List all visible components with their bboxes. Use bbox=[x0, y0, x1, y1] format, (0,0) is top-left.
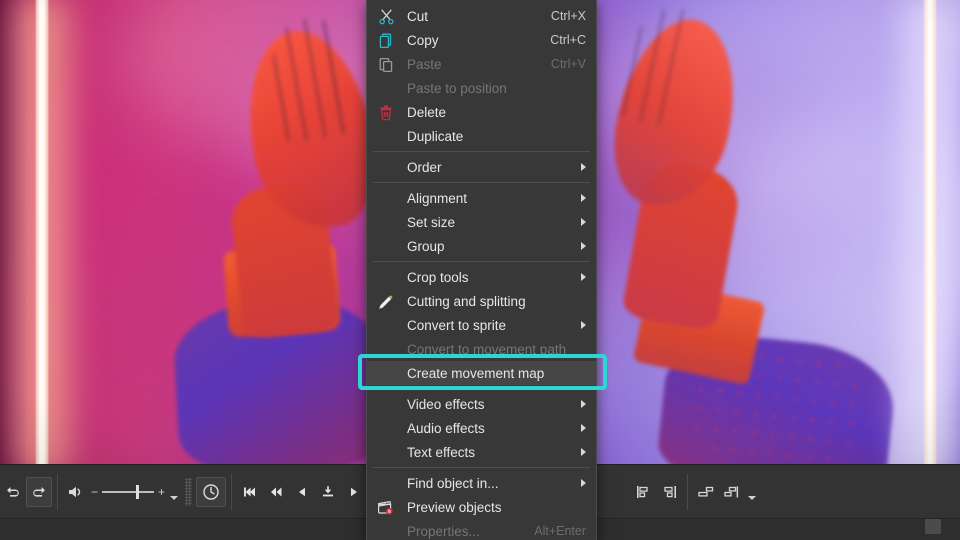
menu-item-label: Video effects bbox=[407, 396, 485, 412]
previous-frame-button[interactable] bbox=[289, 477, 315, 507]
menu-separator bbox=[373, 182, 590, 183]
menu-item-label: Paste to position bbox=[407, 80, 507, 96]
skip-to-start-button[interactable] bbox=[237, 477, 263, 507]
paste-icon bbox=[376, 54, 396, 74]
menu-item-label: Order bbox=[407, 159, 442, 175]
menu-separator bbox=[373, 467, 590, 468]
chevron-right-icon bbox=[581, 273, 586, 281]
menu-separator bbox=[373, 151, 590, 152]
menu-item-find-object-in[interactable]: Find object in... bbox=[367, 471, 596, 495]
menu-item-paste-to-position: Paste to position bbox=[367, 76, 596, 100]
menu-item-cutting-splitting[interactable]: Cutting and splitting bbox=[367, 289, 596, 313]
menu-item-cut[interactable]: Cut Ctrl+X bbox=[367, 4, 596, 28]
menu-item-shortcut: Ctrl+X bbox=[550, 9, 586, 23]
menu-item-label: Crop tools bbox=[407, 269, 469, 285]
play-button[interactable] bbox=[341, 477, 367, 507]
menu-item-duplicate[interactable]: Duplicate bbox=[367, 124, 596, 148]
marker-button[interactable] bbox=[315, 477, 341, 507]
menu-item-label: Duplicate bbox=[407, 128, 464, 144]
menu-item-paste: Paste Ctrl+V bbox=[367, 52, 596, 76]
copy-icon bbox=[376, 30, 396, 50]
menu-item-convert-to-movement-path: Convert to movement path bbox=[367, 337, 596, 361]
menu-item-alignment[interactable]: Alignment bbox=[367, 186, 596, 210]
chevron-right-icon bbox=[581, 479, 586, 487]
chevron-right-icon bbox=[581, 194, 586, 202]
chevron-right-icon bbox=[581, 321, 586, 329]
chevron-right-icon bbox=[581, 400, 586, 408]
menu-item-label: Properties... bbox=[407, 523, 480, 539]
menu-item-label: Cutting and splitting bbox=[407, 293, 526, 309]
history-group bbox=[0, 465, 63, 518]
chevron-right-icon bbox=[581, 242, 586, 250]
menu-item-label: Create movement map bbox=[407, 365, 545, 381]
rewind-button[interactable] bbox=[263, 477, 289, 507]
chevron-right-icon bbox=[581, 448, 586, 456]
menu-item-group[interactable]: Group bbox=[367, 234, 596, 258]
volume-group: − + bbox=[63, 465, 196, 518]
menu-item-label: Set size bbox=[407, 214, 456, 230]
chevron-right-icon bbox=[581, 218, 586, 226]
clapperboard-icon bbox=[376, 497, 396, 517]
menu-item-set-size[interactable]: Set size bbox=[367, 210, 596, 234]
volume-slider[interactable]: − + bbox=[89, 484, 167, 499]
object-context-menu[interactable]: Cut Ctrl+X Copy Ctrl+C Paste Ctrl+V Paste to p… bbox=[366, 0, 597, 540]
menu-item-copy[interactable]: Copy Ctrl+C bbox=[367, 28, 596, 52]
distribute-horizontal-icon[interactable] bbox=[693, 477, 719, 507]
menu-item-shortcut: Alt+Enter bbox=[534, 524, 586, 538]
menu-item-label: Audio effects bbox=[407, 420, 485, 436]
menu-item-label: Find object in... bbox=[407, 475, 499, 491]
menu-item-label: Delete bbox=[407, 104, 447, 120]
redo-button[interactable] bbox=[26, 476, 52, 507]
menu-separator bbox=[373, 388, 590, 389]
menu-item-preview-objects[interactable]: Preview objects bbox=[367, 495, 596, 519]
menu-item-crop-tools[interactable]: Crop tools bbox=[367, 265, 596, 289]
menu-item-video-effects[interactable]: Video effects bbox=[367, 392, 596, 416]
menu-item-label: Copy bbox=[407, 32, 439, 48]
menu-item-label: Cut bbox=[407, 8, 429, 24]
volume-track[interactable] bbox=[102, 484, 155, 499]
toolbar-divider bbox=[231, 473, 233, 510]
menu-item-label: Alignment bbox=[407, 190, 468, 206]
menu-item-audio-effects[interactable]: Audio effects bbox=[367, 416, 596, 440]
volume-dropdown-icon[interactable] bbox=[167, 477, 181, 507]
speaker-icon[interactable] bbox=[63, 477, 89, 507]
distribute-vertical-icon[interactable] bbox=[719, 477, 745, 507]
volume-knob[interactable] bbox=[136, 484, 140, 499]
volume-decrease[interactable]: − bbox=[91, 485, 98, 499]
scissors-icon bbox=[376, 6, 396, 26]
app-window: − + Cut Ctrl+X Copy Ctrl+C Paste Ctrl+V … bbox=[0, 0, 960, 540]
toolbar-divider bbox=[57, 473, 58, 510]
timer-group bbox=[196, 465, 237, 518]
menu-item-label: Group bbox=[407, 238, 445, 254]
align-group bbox=[630, 465, 759, 518]
undo-button[interactable] bbox=[0, 477, 26, 507]
menu-item-label: Preview objects bbox=[407, 499, 502, 515]
menu-item-label: Convert to sprite bbox=[407, 317, 507, 333]
menu-item-label: Paste bbox=[407, 56, 442, 72]
menu-item-properties: Properties... Alt+Enter bbox=[367, 519, 596, 540]
menu-item-shortcut: Ctrl+C bbox=[550, 33, 586, 47]
align-objects-alt-icon[interactable] bbox=[656, 477, 682, 507]
menu-item-label: Convert to movement path bbox=[407, 341, 567, 357]
menu-item-delete[interactable]: Delete bbox=[367, 100, 596, 124]
clock-icon[interactable] bbox=[196, 476, 227, 507]
menu-item-convert-to-sprite[interactable]: Convert to sprite bbox=[367, 313, 596, 337]
toolbar-divider bbox=[687, 473, 689, 510]
align-objects-icon[interactable] bbox=[630, 477, 656, 507]
scalpel-icon bbox=[376, 291, 396, 311]
volume-increase[interactable]: + bbox=[158, 485, 165, 499]
chevron-right-icon bbox=[581, 163, 586, 171]
align-dropdown-icon[interactable] bbox=[745, 477, 759, 507]
menu-item-create-movement-map[interactable]: Create movement map bbox=[367, 361, 596, 385]
toolbar-grip[interactable] bbox=[185, 477, 193, 506]
menu-item-shortcut: Ctrl+V bbox=[550, 57, 586, 71]
menu-item-order[interactable]: Order bbox=[367, 155, 596, 179]
menu-item-label: Text effects bbox=[407, 444, 476, 460]
menu-item-text-effects[interactable]: Text effects bbox=[367, 440, 596, 464]
vertical-scrollbar-thumb[interactable] bbox=[925, 519, 941, 534]
menu-separator bbox=[373, 261, 590, 262]
trash-icon bbox=[376, 102, 396, 122]
chevron-right-icon bbox=[581, 424, 586, 432]
